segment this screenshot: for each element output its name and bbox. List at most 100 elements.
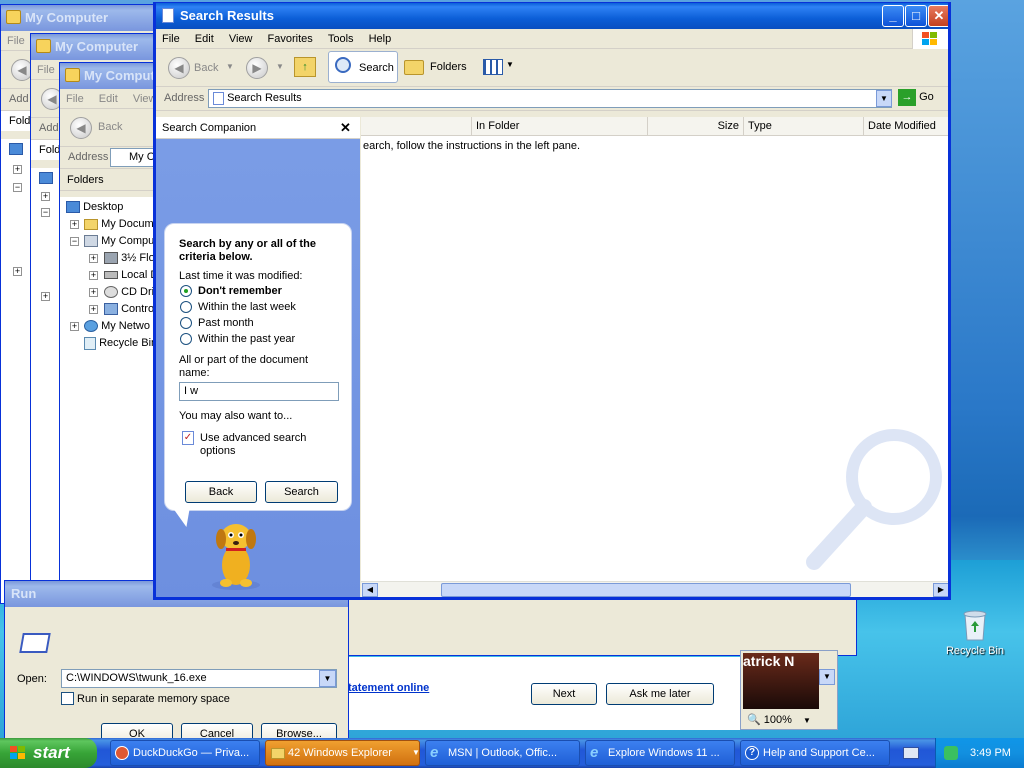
maximize-button[interactable]: □	[905, 5, 927, 27]
scroll-right-button[interactable]: ▶	[933, 583, 948, 597]
network-tray-icon[interactable]	[944, 746, 958, 760]
cancel-button[interactable]: Cancel	[181, 723, 253, 738]
tree-item-my-documents[interactable]: My Docum	[84, 216, 154, 232]
radio-last-week[interactable]	[180, 301, 192, 313]
minimize-button[interactable]: _	[882, 5, 904, 27]
scroll-left-button[interactable]: ◀	[362, 583, 378, 597]
search-toolbar-button[interactable]: Search	[328, 51, 398, 83]
search-dog-icon[interactable]	[204, 517, 268, 593]
option-past-month: Past month	[198, 317, 254, 329]
back-label[interactable]: Back	[98, 121, 122, 133]
recycle-bin-icon	[84, 336, 96, 350]
chevron-down-icon[interactable]: ▼	[276, 62, 284, 71]
views-button[interactable]: ▼	[481, 56, 515, 80]
tour-dialog[interactable]: tatement online Next Ask me later	[348, 657, 740, 730]
col-size[interactable]: Size	[648, 117, 744, 135]
search-titlebar[interactable]: Search Results _ □ ✕	[156, 3, 948, 29]
tree-item-desktop[interactable]: Desktop	[66, 199, 123, 215]
close-icon[interactable]: ✕	[340, 117, 351, 139]
expand-icon[interactable]: +	[89, 254, 98, 263]
expand-icon[interactable]: +	[89, 305, 98, 314]
chevron-down-icon[interactable]: ▼	[226, 62, 234, 71]
menu-view[interactable]: View	[223, 33, 259, 45]
menu-edit[interactable]: Edit	[189, 33, 220, 45]
forward-arrow-icon[interactable]: ▶	[246, 57, 268, 79]
chevron-down-icon[interactable]: ▼	[319, 670, 336, 687]
taskbar-button-msn[interactable]: e MSN | Outlook, Offic...	[425, 740, 580, 766]
tree-item-cd-drive[interactable]: CD Dri	[104, 284, 154, 300]
privacy-statement-link[interactable]: tatement online	[348, 682, 429, 694]
tree-item-my-computer[interactable]: My Compu	[84, 233, 154, 249]
chevron-down-icon[interactable]: ▼	[876, 90, 892, 107]
tree-item-my-network[interactable]: My Netwo	[84, 318, 150, 334]
back-arrow-icon[interactable]: ◀	[168, 57, 190, 79]
menu-favorites[interactable]: Favorites	[262, 33, 319, 45]
start-button[interactable]: start	[0, 738, 97, 768]
zoom-control[interactable]: 🔍 100% ▼	[743, 711, 819, 729]
radio-dont-remember[interactable]	[180, 285, 192, 297]
menu-help[interactable]: Help	[363, 33, 398, 45]
picture-viewer-window[interactable]: atrick N ▼ 🔍 100% ▼	[740, 650, 838, 730]
taskbar-button-windows-explorer[interactable]: 42 Windows Explorer ▼	[265, 740, 420, 766]
back-label[interactable]: Back	[194, 62, 218, 74]
menu-file[interactable]: File	[156, 33, 186, 45]
expand-icon[interactable]: +	[89, 288, 98, 297]
menu-tools[interactable]: Tools	[322, 33, 360, 45]
scroll-thumb[interactable]	[441, 583, 851, 597]
document-name-input[interactable]: I w	[179, 382, 339, 401]
advanced-search-checkbox-icon[interactable]: ✓	[182, 431, 194, 445]
taskbar-button-explore-windows[interactable]: e Explore Windows 11 ...	[585, 740, 735, 766]
expand-icon[interactable]: +	[41, 292, 50, 301]
companion-back-button[interactable]: Back	[185, 481, 257, 503]
advanced-search-label[interactable]: Use advanced search options	[200, 432, 330, 458]
address-field[interactable]: Search Results	[208, 89, 892, 108]
ok-button[interactable]: OK	[101, 723, 173, 738]
run-dialog[interactable]: Run Open: C:\WINDOWS\twunk_16.exe ▼ Run …	[4, 580, 349, 738]
radio-past-year[interactable]	[180, 333, 192, 345]
scroll-down-button[interactable]: ▼	[819, 669, 835, 685]
expand-icon[interactable]: +	[13, 165, 22, 174]
col-name[interactable]	[361, 117, 472, 135]
expand-icon[interactable]: +	[41, 192, 50, 201]
next-button[interactable]: Next	[531, 683, 597, 705]
search-results-icon	[213, 91, 224, 105]
folder-icon	[84, 218, 98, 230]
collapse-icon[interactable]: −	[70, 237, 79, 246]
menu-file[interactable]: File	[60, 93, 90, 105]
keyboard-tray-icon[interactable]	[903, 747, 919, 759]
ask-me-later-button[interactable]: Ask me later	[606, 683, 714, 705]
menu-file[interactable]: File	[31, 64, 61, 76]
go-button[interactable]: → Go	[898, 89, 942, 108]
expand-icon[interactable]: +	[70, 220, 79, 229]
collapse-icon[interactable]: −	[13, 183, 22, 192]
taskbar-button-duckduckgo[interactable]: DuckDuckGo — Priva...	[110, 740, 260, 766]
radio-past-month[interactable]	[180, 317, 192, 329]
tree-item-control-panel[interactable]: Contro	[104, 301, 154, 317]
close-button[interactable]: ✕	[928, 5, 948, 27]
recycle-bin-desktop-icon[interactable]: Recycle Bin	[940, 608, 1010, 657]
col-type[interactable]: Type	[744, 117, 864, 135]
open-combobox[interactable]: C:\WINDOWS\twunk_16.exe	[61, 669, 337, 688]
menu-file[interactable]: File	[1, 35, 31, 47]
browse-button[interactable]: Browse...	[261, 723, 337, 738]
horizontal-scrollbar[interactable]: ◀ ▶	[361, 581, 948, 597]
back-arrow-icon[interactable]: ◀	[70, 117, 92, 139]
up-folder-icon[interactable]: ↑	[294, 57, 316, 77]
tree-item-local-disk[interactable]: Local D	[104, 267, 158, 283]
col-date-modified[interactable]: Date Modified	[864, 117, 948, 135]
taskbar-button-help-support[interactable]: ? Help and Support Ce...	[740, 740, 890, 766]
expand-icon[interactable]: +	[13, 267, 22, 276]
separate-memory-checkbox[interactable]	[61, 692, 74, 705]
col-in-folder[interactable]: In Folder	[472, 117, 648, 135]
tree-item-recycle-bin[interactable]: Recycle Bin	[84, 335, 157, 351]
collapse-icon[interactable]: −	[41, 208, 50, 217]
expand-icon[interactable]: +	[89, 271, 98, 280]
menu-edit[interactable]: Edit	[93, 93, 124, 105]
expand-icon[interactable]: +	[70, 322, 79, 331]
companion-search-button[interactable]: Search	[265, 481, 338, 503]
tree-item-floppy[interactable]: 3½ Flo	[104, 250, 155, 266]
folders-toolbar-button[interactable]: Folders	[402, 51, 472, 83]
go-label: Go	[919, 91, 934, 103]
clock[interactable]: 3:49 PM	[970, 738, 1011, 768]
search-results-window[interactable]: Search Results _ □ ✕ File Edit View Favo…	[153, 2, 951, 600]
